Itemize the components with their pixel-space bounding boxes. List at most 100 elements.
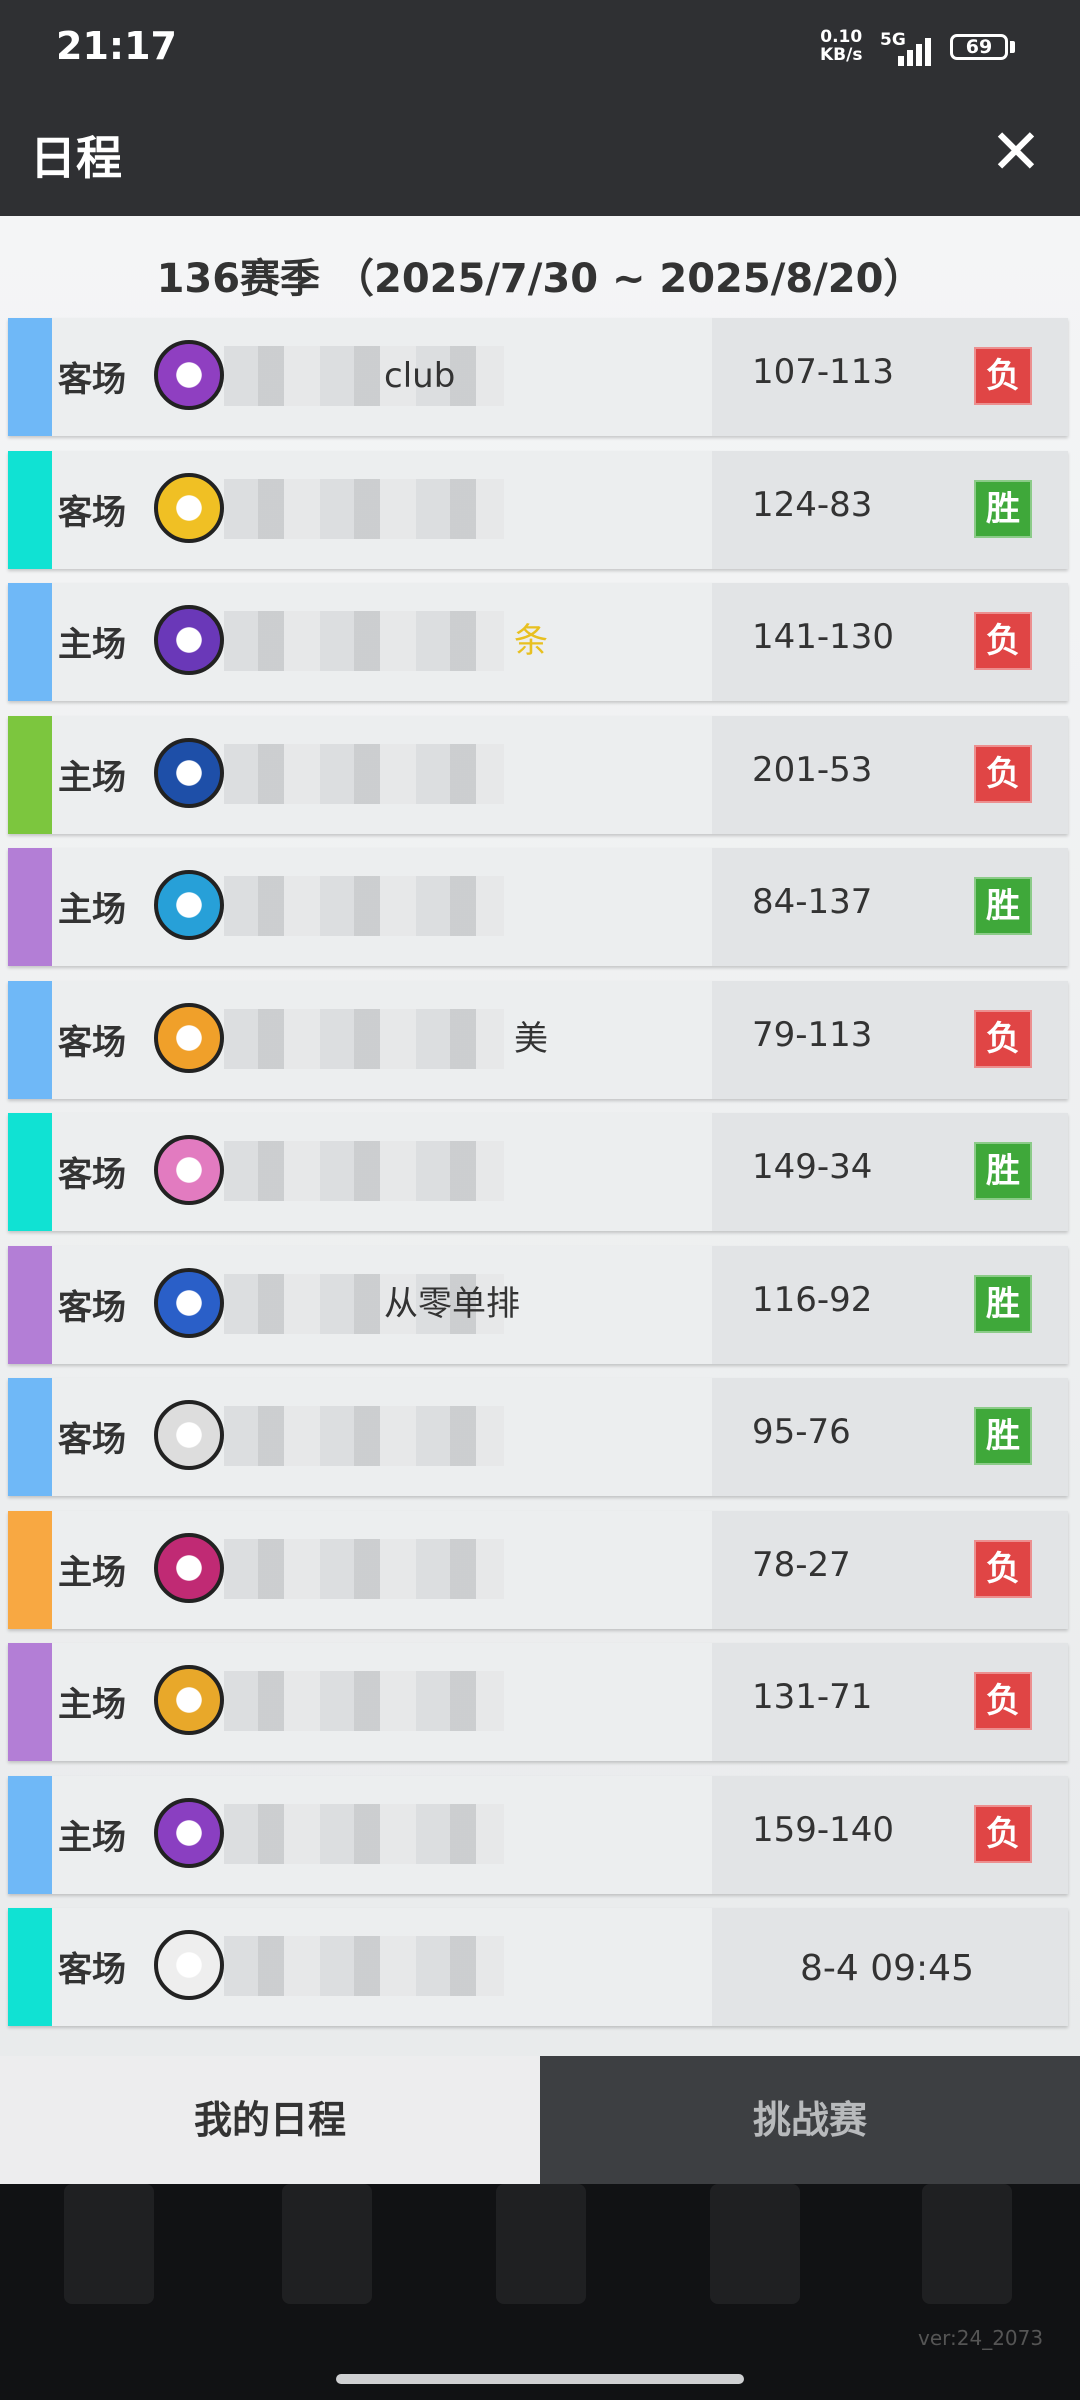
match-row[interactable]: 客场 124-83 胜 (8, 451, 1068, 569)
match-score: 79-113 (752, 1015, 873, 1055)
match-row[interactable]: 客场 club 107-113 负 (8, 318, 1068, 436)
redacted-name (224, 1141, 504, 1201)
win-badge: 胜 (974, 1275, 1032, 1333)
team-name (224, 1671, 714, 1731)
match-stripe (8, 1643, 52, 1761)
team-name: 美 (224, 1009, 714, 1069)
match-stripe (8, 981, 52, 1099)
team-logo-icon (154, 738, 224, 808)
match-stripe (8, 451, 52, 569)
season-title: 136赛季 （2025/7/30 ~ 2025/8/20） (156, 256, 924, 302)
match-row[interactable]: 主场 84-137 胜 (8, 848, 1068, 966)
team-name (224, 1406, 714, 1466)
nav-ghost-icon (64, 2184, 154, 2304)
loss-badge: 负 (974, 1805, 1032, 1863)
tab-my-schedule[interactable]: 我的日程 (0, 2056, 540, 2184)
match-stripe (8, 1511, 52, 1629)
page-title: 日程 (30, 131, 122, 185)
match-stripe (8, 318, 52, 436)
match-row[interactable]: 客场 从零单排 116-92 胜 (8, 1246, 1068, 1364)
venue-label: 客场 (58, 1950, 126, 1990)
match-row[interactable]: 客场 8-4 09:45 (8, 1908, 1068, 2026)
redacted-name (224, 1539, 504, 1599)
team-logo-icon (154, 473, 224, 543)
match-stripe (8, 1246, 52, 1364)
venue-label: 主场 (58, 758, 126, 798)
match-row[interactable]: 主场 159-140 负 (8, 1776, 1068, 1894)
venue-label: 客场 (58, 1288, 126, 1328)
match-stripe (8, 1378, 52, 1496)
match-stripe (8, 716, 52, 834)
close-icon: ✕ (990, 115, 1042, 188)
status-time: 21:17 (56, 24, 177, 68)
match-row[interactable]: 客场 95-76 胜 (8, 1378, 1068, 1496)
venue-label: 客场 (58, 493, 126, 533)
win-badge: 胜 (974, 1407, 1032, 1465)
match-row[interactable]: 主场 201-53 负 (8, 716, 1068, 834)
venue-label: 主场 (58, 1553, 126, 1593)
match-row[interactable]: 客场 美 79-113 负 (8, 981, 1068, 1099)
team-logo-icon (154, 870, 224, 940)
schedule-screen: 21:17 0.10 KB/s 5G 69 日程 ✕ 136赛季 （2025/7… (0, 0, 1080, 2400)
venue-label: 主场 (58, 890, 126, 930)
team-name: 从零单排 (224, 1274, 714, 1334)
redacted-name (224, 1804, 504, 1864)
match-stripe (8, 1776, 52, 1894)
schedule-content: 136赛季 （2025/7/30 ~ 2025/8/20） 客场 club 107-… (0, 216, 1080, 2056)
team-logo-icon (154, 1930, 224, 2000)
redacted-name (224, 479, 504, 539)
match-score: 95-76 (752, 1412, 851, 1452)
team-name (224, 1936, 714, 1996)
win-badge: 胜 (974, 1142, 1032, 1200)
match-score: 131-71 (752, 1677, 873, 1717)
match-score: 124-83 (752, 485, 873, 525)
match-time: 8-4 09:45 (800, 1948, 974, 1989)
signal-icon (898, 36, 938, 66)
nav-ghost-icon (922, 2184, 1012, 2304)
match-stripe (8, 583, 52, 701)
loss-badge: 负 (974, 347, 1032, 405)
home-indicator[interactable] (336, 2374, 744, 2384)
match-score: 201-53 (752, 750, 873, 790)
match-row[interactable]: 主场 131-71 负 (8, 1643, 1068, 1761)
team-name: 条 (224, 611, 714, 671)
redacted-name (224, 1406, 504, 1466)
team-logo-icon (154, 1400, 224, 1470)
team-logo-icon (154, 1533, 224, 1603)
redacted-name (224, 1671, 504, 1731)
network-speed: 0.10 KB/s (820, 27, 863, 65)
match-row[interactable]: 主场 78-27 负 (8, 1511, 1068, 1629)
win-badge: 胜 (974, 480, 1032, 538)
match-score: 141-130 (752, 617, 895, 657)
redacted-name (224, 611, 504, 671)
team-name (224, 1804, 714, 1864)
team-name (224, 744, 714, 804)
tab-challenge[interactable]: 挑战赛 (540, 2056, 1080, 2184)
match-stripe (8, 1908, 52, 2026)
team-name (224, 479, 714, 539)
loss-badge: 负 (974, 1540, 1032, 1598)
team-name: club (224, 346, 714, 406)
team-name (224, 876, 714, 936)
nav-ghost-icon (282, 2184, 372, 2304)
battery-icon: 69 (950, 34, 1008, 60)
match-score: 159-140 (752, 1810, 895, 1850)
redacted-name (224, 1009, 504, 1069)
venue-label: 客场 (58, 360, 126, 400)
redacted-name (224, 744, 504, 804)
win-badge: 胜 (974, 877, 1032, 935)
match-row[interactable]: 主场 条 141-130 负 (8, 583, 1068, 701)
team-name (224, 1141, 714, 1201)
version-label: ver:24_2073 (918, 2326, 1044, 2350)
venue-label: 主场 (58, 1685, 126, 1725)
loss-badge: 负 (974, 745, 1032, 803)
header-bar: 日程 (0, 92, 1080, 216)
venue-label: 主场 (58, 625, 126, 665)
match-score: 84-137 (752, 882, 873, 922)
team-logo-icon (154, 605, 224, 675)
match-row[interactable]: 客场 149-34 胜 (8, 1113, 1068, 1231)
nav-ghost-icon (710, 2184, 800, 2304)
team-name-text: 美 (514, 1019, 548, 1059)
close-button[interactable]: ✕ (986, 121, 1046, 184)
venue-label: 主场 (58, 1818, 126, 1858)
